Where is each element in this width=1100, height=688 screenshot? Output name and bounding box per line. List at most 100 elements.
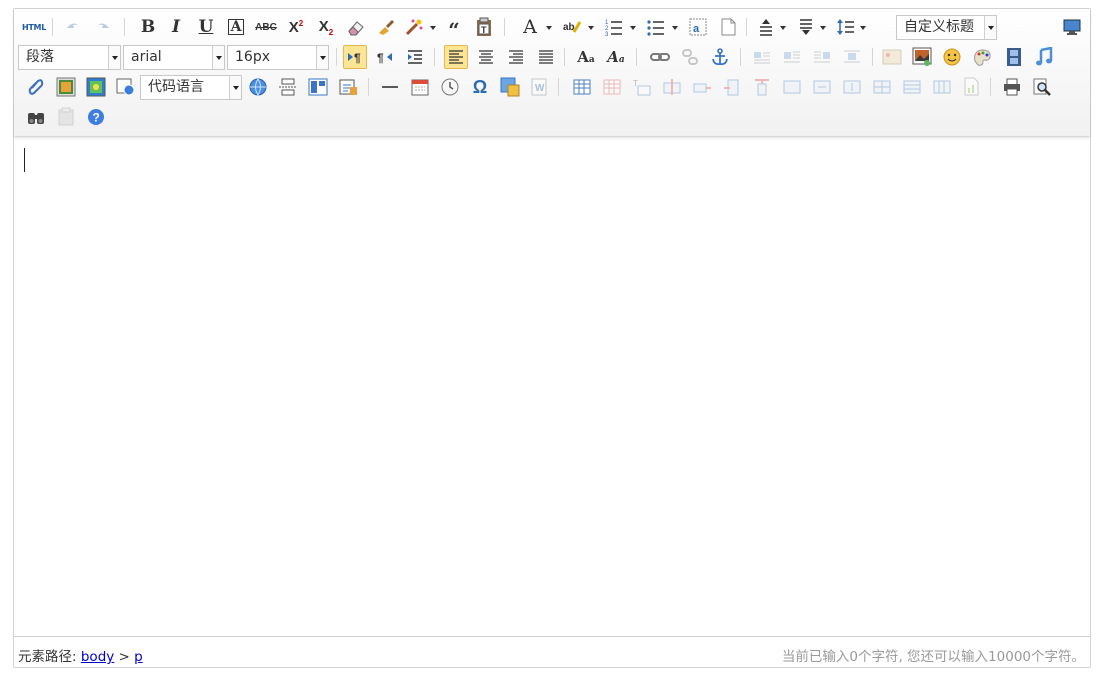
- font-color-button[interactable]: A: [518, 15, 542, 39]
- indent-button[interactable]: [403, 45, 427, 69]
- line-height-button[interactable]: [834, 15, 858, 39]
- multi-image-button[interactable]: [54, 75, 78, 99]
- delete-table-button[interactable]: [600, 75, 624, 99]
- align-right-button[interactable]: [504, 45, 528, 69]
- auto-typeset-button[interactable]: [402, 15, 426, 39]
- align-left-button[interactable]: [444, 45, 468, 69]
- underline-button[interactable]: U: [194, 15, 218, 39]
- paste-word-button[interactable]: W: [528, 75, 552, 99]
- attachment-button[interactable]: [24, 75, 48, 99]
- align-justify-button[interactable]: [534, 45, 558, 69]
- remove-format-button[interactable]: [344, 15, 368, 39]
- bold-button[interactable]: B: [136, 15, 160, 39]
- paste-plain-button[interactable]: T: [472, 15, 496, 39]
- row-spacing-bottom-button[interactable]: [794, 15, 818, 39]
- element-path-body-link[interactable]: body: [81, 649, 114, 665]
- unlink-button[interactable]: [678, 45, 702, 69]
- special-chars-button[interactable]: Ω: [468, 75, 492, 99]
- auto-typeset-dropdown[interactable]: [430, 26, 436, 30]
- align-center-button[interactable]: [474, 45, 498, 69]
- ordered-list-dropdown[interactable]: [630, 26, 636, 30]
- subscript-button[interactable]: X2: [314, 15, 338, 39]
- insert-col-button[interactable]: [720, 75, 744, 99]
- insert-caption-button[interactable]: T: [630, 75, 654, 99]
- fullscreen-button[interactable]: [1060, 15, 1084, 39]
- select-all-button[interactable]: a: [686, 15, 710, 39]
- unordered-list-button[interactable]: [644, 15, 668, 39]
- merge-right-button[interactable]: [810, 75, 834, 99]
- merge-down-button[interactable]: [840, 75, 864, 99]
- insert-image-button[interactable]: [910, 45, 934, 69]
- scrawl-button[interactable]: [970, 45, 994, 69]
- delete-col-button[interactable]: [750, 75, 774, 99]
- split-cells-button[interactable]: [870, 75, 894, 99]
- ordered-list-button[interactable]: 123: [602, 15, 626, 39]
- svg-text:¶: ¶: [377, 51, 384, 65]
- line-height-dropdown[interactable]: [860, 26, 866, 30]
- source-html-button[interactable]: HTML: [22, 15, 46, 39]
- emotion-button[interactable]: [940, 45, 964, 69]
- merge-cells-button[interactable]: [780, 75, 804, 99]
- font-border-button[interactable]: A: [224, 15, 248, 39]
- format-match-button[interactable]: [374, 15, 398, 39]
- custom-heading-select[interactable]: 自定义标题: [896, 15, 997, 40]
- drafts-button[interactable]: [54, 105, 78, 129]
- font-size-select[interactable]: 16px: [227, 45, 329, 70]
- clear-doc-button[interactable]: [716, 15, 740, 39]
- insert-video-button[interactable]: [1002, 45, 1026, 69]
- gallery-icon: [56, 77, 76, 97]
- superscript-button[interactable]: X2: [284, 15, 308, 39]
- wordimage-button[interactable]: [498, 75, 522, 99]
- font-color-dropdown[interactable]: [546, 26, 552, 30]
- strikethrough-button[interactable]: ABC: [254, 15, 278, 39]
- print-button[interactable]: [1000, 75, 1024, 99]
- insert-date-button[interactable]: [408, 75, 432, 99]
- music-button[interactable]: [1032, 45, 1056, 69]
- split-cols-button[interactable]: [930, 75, 954, 99]
- simple-upload-button[interactable]: [880, 45, 904, 69]
- search-replace-button[interactable]: [24, 105, 48, 129]
- element-path-p-link[interactable]: p: [134, 649, 143, 665]
- direction-ltr-button[interactable]: ¶: [343, 45, 367, 69]
- background-button[interactable]: [84, 75, 108, 99]
- row-spacing-top-dropdown[interactable]: [780, 26, 786, 30]
- image-right-button[interactable]: [810, 45, 834, 69]
- back-color-button[interactable]: ab: [560, 15, 584, 39]
- anchor-button[interactable]: [708, 45, 732, 69]
- help-button[interactable]: ?: [84, 105, 108, 129]
- row-spacing-bottom-dropdown[interactable]: [820, 26, 826, 30]
- align-right-icon: [509, 50, 523, 64]
- insert-frame-button[interactable]: [246, 75, 270, 99]
- code-language-select[interactable]: 代码语言: [140, 75, 242, 100]
- delete-row-button[interactable]: [690, 75, 714, 99]
- insert-table-button[interactable]: [570, 75, 594, 99]
- blockquote-button[interactable]: “: [442, 15, 466, 40]
- webapp-button[interactable]: [336, 75, 360, 99]
- link-button[interactable]: [648, 45, 672, 69]
- insert-time-button[interactable]: [438, 75, 462, 99]
- image-left-button[interactable]: [780, 45, 804, 69]
- direction-rtl-button[interactable]: ¶: [373, 45, 397, 69]
- to-lowercase-button[interactable]: Aa: [604, 45, 628, 69]
- editor-content-area[interactable]: [14, 138, 1090, 637]
- unordered-list-dropdown[interactable]: [672, 26, 678, 30]
- undo-button[interactable]: [62, 15, 86, 39]
- code-insert-button[interactable]: [114, 75, 138, 99]
- chart-button[interactable]: [960, 75, 984, 99]
- image-center-button[interactable]: [840, 45, 864, 69]
- insert-row-button[interactable]: [660, 75, 684, 99]
- redo-button[interactable]: [90, 15, 114, 39]
- row-spacing-top-button[interactable]: [754, 15, 778, 39]
- image-none-button[interactable]: [750, 45, 774, 69]
- to-uppercase-button[interactable]: Aa: [574, 45, 598, 69]
- code-icon: [116, 78, 135, 96]
- split-rows-button[interactable]: [900, 75, 924, 99]
- back-color-dropdown[interactable]: [588, 26, 594, 30]
- horizontal-rule-button[interactable]: [378, 75, 402, 99]
- paragraph-select[interactable]: 段落: [18, 45, 121, 70]
- template-button[interactable]: [306, 75, 330, 99]
- page-break-button[interactable]: [276, 75, 300, 99]
- italic-button[interactable]: I: [164, 15, 188, 39]
- font-family-select[interactable]: arial: [123, 45, 225, 70]
- preview-button[interactable]: [1030, 75, 1054, 99]
